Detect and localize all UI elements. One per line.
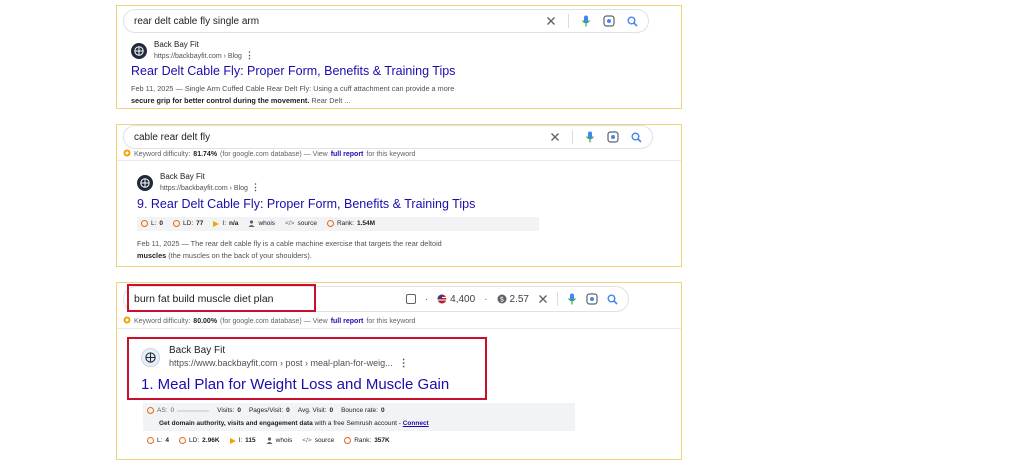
flag-icon <box>437 294 447 304</box>
search-bar[interactable]: rear delt cable fly single arm <box>123 9 649 33</box>
serp-card-3: burn fat build muscle diet plan · 4,400 … <box>116 282 682 460</box>
mic-icon[interactable] <box>585 131 595 143</box>
metrics-bar: L: 0 LD: 77 I: n/a whois </> source Rank: 1.5… <box>141 220 375 227</box>
site-url: https://backbayfit.com › Blog ⋮ <box>160 182 260 192</box>
mic-icon[interactable] <box>581 15 591 27</box>
person-icon <box>248 220 255 227</box>
clear-icon[interactable] <box>538 294 548 304</box>
search-icon[interactable] <box>631 132 642 143</box>
result-title[interactable]: Rear Delt Cable Fly: Proper Form, Benefi… <box>131 64 455 78</box>
result-title[interactable]: 9. Rear Delt Cable Fly: Proper Form, Ben… <box>137 197 475 211</box>
metric-rank[interactable]: Rank: 1.54M <box>326 220 375 227</box>
divider <box>568 14 569 28</box>
divider <box>117 328 681 329</box>
search-bar[interactable]: cable rear delt fly <box>123 125 653 149</box>
grid-logo-icon <box>131 42 147 59</box>
mic-icon[interactable] <box>567 293 577 305</box>
kebab-menu-icon[interactable]: ⋮ <box>251 182 260 192</box>
metric-pages-visit: Pages/Visit: 0 <box>248 407 290 414</box>
search-query[interactable]: cable rear delt fly <box>134 132 550 143</box>
semrush-icon <box>123 316 131 326</box>
ring-metric-icon <box>141 220 148 227</box>
as-bar <box>177 409 210 412</box>
dot-sep: · <box>424 293 429 305</box>
triangle-icon <box>213 220 220 227</box>
site-name: Back Bay Fit <box>160 172 205 181</box>
code-icon: </> <box>285 220 295 227</box>
metric-bounce: Bounce rate: 0 <box>341 407 385 414</box>
checkbox[interactable] <box>405 294 416 304</box>
metric-ld[interactable]: LD: 2.96K <box>179 437 220 444</box>
serp-card-2: cable rear delt fly Keyword difficulty: … <box>116 124 682 267</box>
keyword-difficulty: Keyword difficulty: 80.00% (for google.c… <box>123 316 415 326</box>
kd-value: 80.00% <box>193 317 218 325</box>
result-site[interactable]: Back Bay Fit https://backbayfit.com › Bl… <box>131 40 254 62</box>
person-icon <box>266 437 273 444</box>
clear-icon[interactable] <box>546 16 556 26</box>
site-name: Back Bay Fit <box>154 40 199 49</box>
divider <box>572 130 573 144</box>
traffic-stats: AS: 0 Visits: 0 Pages/Visit: 0 Avg. Visit: 0… <box>147 407 385 414</box>
metric-as[interactable]: AS: 0 <box>147 407 210 414</box>
site-name: Back Bay Fit <box>169 345 226 356</box>
full-report-link[interactable]: full report <box>331 151 364 158</box>
lens-icon[interactable] <box>586 293 598 305</box>
ring-metric-icon <box>147 407 154 414</box>
full-report-link[interactable]: full report <box>331 318 364 325</box>
lens-icon[interactable] <box>603 15 615 27</box>
source-link[interactable]: </> source <box>302 437 334 444</box>
kebab-menu-icon[interactable]: ⋮ <box>245 50 254 60</box>
metric-links[interactable]: L: 0 <box>141 220 163 227</box>
divider <box>117 160 681 161</box>
lens-icon[interactable] <box>607 131 619 143</box>
ring-metric-icon <box>173 220 181 227</box>
metric-index[interactable]: I: 115 <box>229 437 256 444</box>
result-snippet: Feb 11, 2025 — Single Arm Cuffed Cable R… <box>131 84 455 105</box>
search-icon[interactable] <box>607 294 618 305</box>
dollar-icon: $ <box>497 294 507 304</box>
dot-sep: · <box>484 293 488 305</box>
site-url: https://www.backbayfit.com › post › meal… <box>169 357 409 369</box>
clear-icon[interactable] <box>550 132 560 142</box>
metric-links[interactable]: L: 4 <box>147 437 169 444</box>
ring-metric-icon <box>179 437 187 444</box>
whois-link[interactable]: whois <box>248 220 275 227</box>
serp-card-1: rear delt cable fly single arm Back Bay … <box>116 5 682 109</box>
grid-logo-icon <box>137 174 153 191</box>
search-query[interactable]: rear delt cable fly single arm <box>134 16 546 27</box>
keyword-difficulty: Keyword difficulty: 81.74% (for google.c… <box>123 149 415 159</box>
cpc: $ 2.57 <box>497 294 529 305</box>
semrush-connect-note: Get domain authority, visits and engagem… <box>159 420 429 427</box>
divider <box>557 292 558 306</box>
ring-metric-icon <box>344 437 352 444</box>
connect-link[interactable]: Connect <box>403 420 429 427</box>
metric-ld[interactable]: LD: 77 <box>173 220 203 227</box>
query-highlight-box <box>127 284 316 312</box>
source-link[interactable]: </> source <box>285 220 317 227</box>
search-volume: 4,400 <box>437 294 475 305</box>
kd-value: 81.74% <box>193 150 218 158</box>
ring-metric-icon <box>147 437 154 444</box>
site-url: https://backbayfit.com › Blog ⋮ <box>154 50 254 60</box>
result-title[interactable]: 1. Meal Plan for Weight Loss and Muscle … <box>141 376 449 393</box>
whois-link[interactable]: whois <box>266 437 292 444</box>
metric-index[interactable]: I: n/a <box>213 220 238 227</box>
metric-rank[interactable]: Rank: 357K <box>344 437 390 444</box>
svg-text:$: $ <box>499 296 503 304</box>
ring-metric-icon <box>326 220 334 227</box>
grid-logo-icon <box>141 348 160 367</box>
triangle-icon <box>229 437 236 444</box>
result-snippet: Feb 11, 2025 — The rear delt cable fly i… <box>137 239 442 260</box>
kebab-menu-icon[interactable]: ⋮ <box>399 358 409 369</box>
metric-visits: Visits: 0 <box>217 407 241 414</box>
result-site[interactable]: Back Bay Fit https://backbayfit.com › Bl… <box>137 172 260 194</box>
semrush-icon <box>123 149 131 159</box>
metrics-bar: L: 4 LD: 2.96K I: 115 whois </> source Rank:… <box>147 437 390 444</box>
code-icon: </> <box>302 437 312 444</box>
search-icon[interactable] <box>627 16 638 27</box>
result-site[interactable]: Back Bay Fit https://www.backbayfit.com … <box>141 345 409 370</box>
metric-avg-visit: Avg. Visit: 0 <box>297 407 334 414</box>
